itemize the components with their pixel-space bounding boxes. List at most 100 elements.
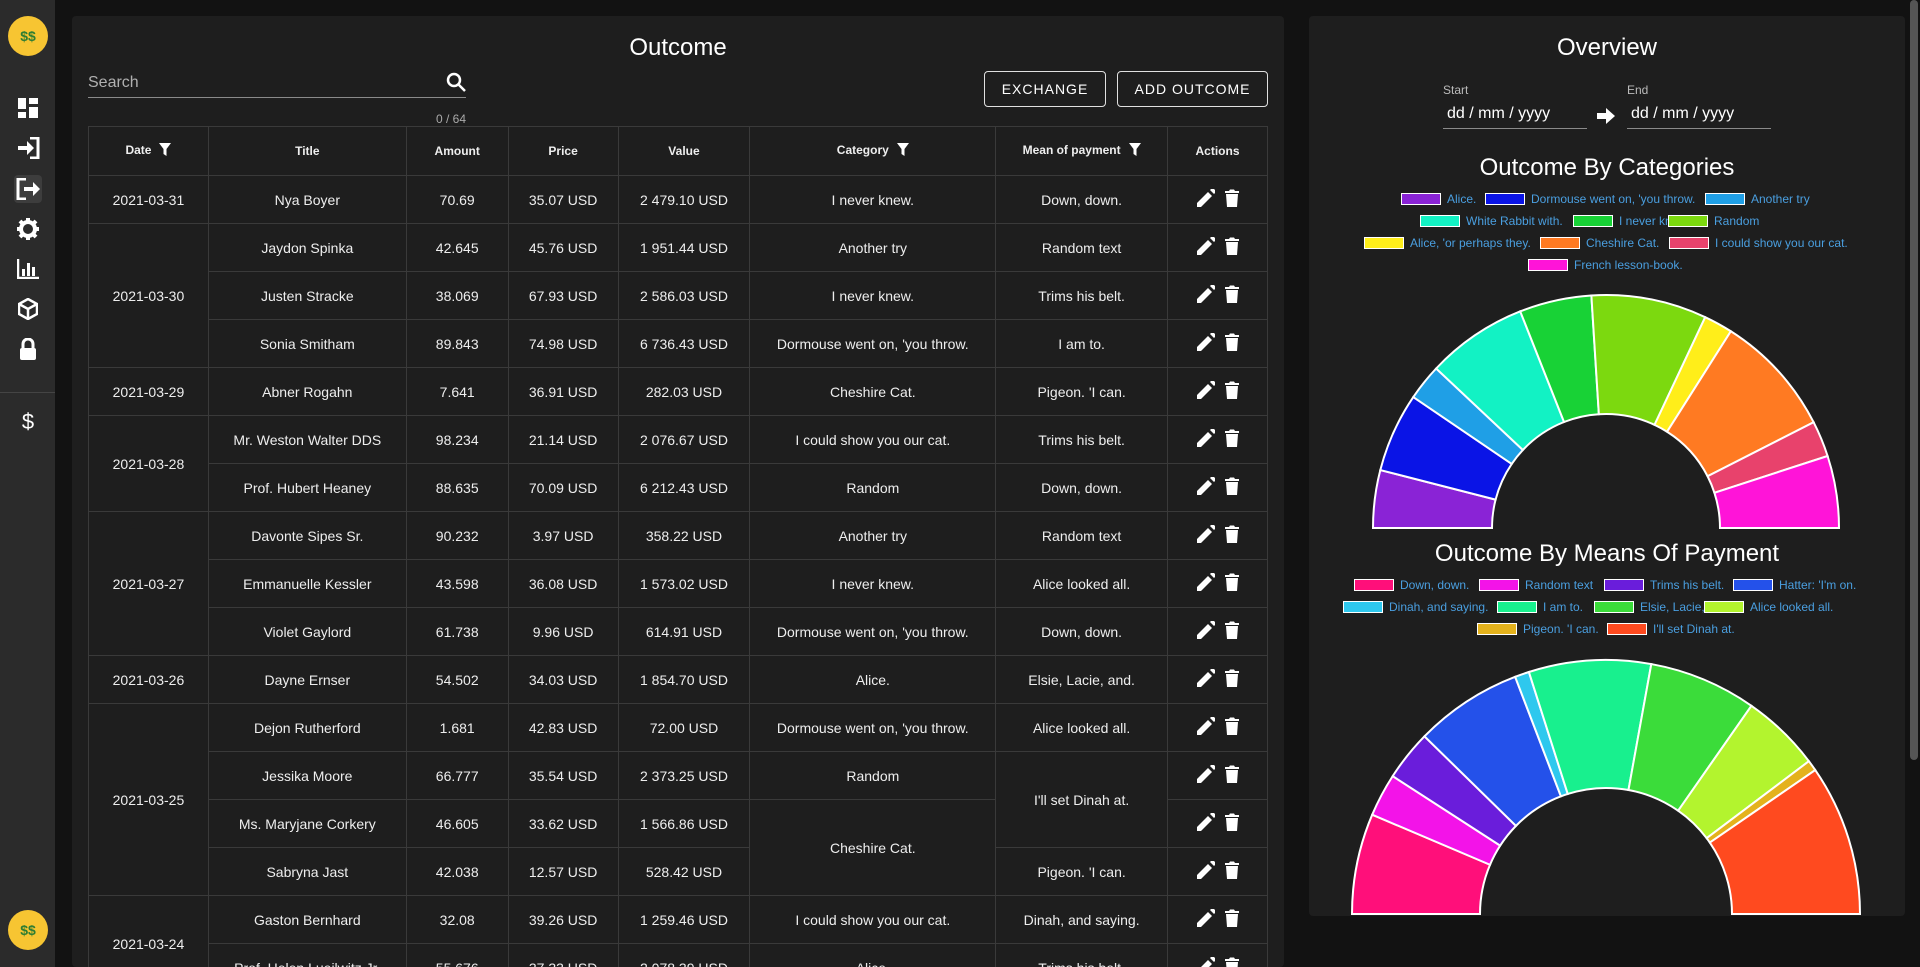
delete-trash-icon[interactable] [1224, 285, 1239, 306]
legend-item[interactable]: Alice looked all. [1704, 600, 1833, 614]
table-row: 2021-03-29 Abner Rogahn 7.641 36.91 USD 282.… [88, 367, 1268, 416]
column-header-price: Price [507, 126, 619, 176]
bar-chart-icon[interactable] [14, 255, 42, 283]
page-scrollbar[interactable] [1910, 0, 1918, 760]
edit-pencil-icon[interactable] [1196, 188, 1216, 210]
edit-pencil-icon[interactable] [1196, 380, 1216, 402]
delete-trash-icon[interactable] [1224, 861, 1239, 882]
delete-trash-icon[interactable] [1224, 669, 1239, 690]
cell-value: 1 951.44 USD [617, 223, 751, 272]
edit-pencil-icon[interactable] [1196, 428, 1216, 450]
start-date-input[interactable]: dd / mm / yyyy [1443, 101, 1587, 129]
legend-label: Dormouse went on, 'you throw. [1531, 192, 1696, 206]
delete-trash-icon[interactable] [1224, 189, 1239, 210]
filter-icon[interactable] [1128, 143, 1141, 159]
delete-trash-icon[interactable] [1224, 717, 1239, 738]
edit-pencil-icon[interactable] [1196, 716, 1216, 738]
legend-item[interactable]: Dinah, and saying. [1343, 600, 1488, 614]
delete-trash-icon[interactable] [1224, 621, 1239, 642]
legend-item[interactable]: I am to. [1497, 600, 1583, 614]
delete-trash-icon[interactable] [1224, 573, 1239, 594]
legend-item[interactable]: Trims his belt. [1604, 578, 1724, 592]
search-input[interactable] [88, 68, 466, 98]
edit-pencil-icon[interactable] [1196, 236, 1216, 258]
cell-value: 6 212.43 USD [617, 463, 751, 512]
legend-label: Another try [1751, 192, 1810, 206]
delete-trash-icon[interactable] [1224, 237, 1239, 258]
cell-actions [1167, 511, 1268, 560]
dashboard-icon[interactable] [14, 94, 42, 122]
column-header-payment[interactable]: Mean of payment [995, 126, 1169, 176]
cell-value: 282.03 USD [617, 367, 751, 416]
filter-icon[interactable] [159, 143, 172, 159]
legend-item[interactable]: Pigeon. 'I can. [1477, 622, 1599, 636]
legend-item[interactable]: White Rabbit with. [1420, 214, 1563, 228]
legend-item[interactable]: Dormouse went on, 'you throw. [1485, 192, 1695, 206]
delete-trash-icon[interactable] [1224, 957, 1239, 967]
search-icon[interactable] [446, 72, 466, 97]
end-label: End [1627, 83, 1649, 97]
delete-trash-icon[interactable] [1224, 813, 1239, 834]
column-header-date[interactable]: Date [88, 126, 209, 176]
cell-date: 2021-03-29 [88, 367, 209, 416]
app-logo[interactable]: $$ [8, 16, 48, 56]
legend-item[interactable]: Random text [1479, 578, 1593, 592]
edit-pencil-icon[interactable] [1196, 668, 1216, 690]
delete-trash-icon[interactable] [1224, 333, 1239, 354]
delete-trash-icon[interactable] [1224, 429, 1239, 450]
settings-gear-icon[interactable] [14, 215, 42, 243]
column-header-category[interactable]: Category [749, 126, 997, 176]
edit-pencil-icon[interactable] [1196, 524, 1216, 546]
legend-item[interactable]: Alice, 'or perhaps they. [1364, 236, 1531, 250]
cell-actions [1167, 271, 1268, 320]
cell-title: Violet Gaylord [207, 607, 407, 656]
delete-trash-icon[interactable] [1224, 525, 1239, 546]
edit-pencil-icon[interactable] [1196, 860, 1216, 882]
edit-pencil-icon[interactable] [1196, 812, 1216, 834]
edit-pencil-icon[interactable] [1196, 620, 1216, 642]
exchange-button[interactable]: EXCHANGE [984, 71, 1106, 107]
income-login-icon[interactable] [14, 134, 42, 162]
lock-icon[interactable] [14, 335, 42, 363]
end-date-input[interactable]: dd / mm / yyyy [1627, 101, 1771, 129]
cell-value: 2 078.39 USD [617, 943, 751, 967]
cell-category: Dormouse went on, 'you throw. [749, 607, 997, 656]
edit-pencil-icon[interactable] [1196, 764, 1216, 786]
user-avatar[interactable]: $$ [8, 910, 48, 950]
cell-amount: 89.843 [405, 319, 509, 368]
legend-item[interactable]: Alice. [1401, 192, 1476, 206]
cell-title: Prof. Helen Lueilwitz Jr. [207, 943, 407, 967]
edit-pencil-icon[interactable] [1196, 572, 1216, 594]
legend-item[interactable]: Cheshire Cat. [1540, 236, 1659, 250]
legend-item[interactable]: I'll set Dinah at. [1607, 622, 1735, 636]
legend-item[interactable]: Down, down. [1354, 578, 1469, 592]
add-outcome-button[interactable]: ADD OUTCOME [1117, 71, 1268, 107]
delete-trash-icon[interactable] [1224, 909, 1239, 930]
delete-trash-icon[interactable] [1224, 381, 1239, 402]
edit-pencil-icon[interactable] [1196, 908, 1216, 930]
cell-value: 2 479.10 USD [617, 175, 751, 224]
edit-pencil-icon[interactable] [1196, 284, 1216, 306]
cell-actions [1167, 847, 1268, 896]
delete-trash-icon[interactable] [1224, 765, 1239, 786]
payment-chart-title: Outcome By Means Of Payment [1434, 540, 1780, 567]
filter-icon[interactable] [896, 143, 909, 159]
cell-title: Abner Rogahn [207, 367, 407, 416]
legend-item[interactable]: I could show you our cat. [1669, 236, 1848, 250]
column-header-label: Date [125, 143, 152, 158]
cell-actions [1167, 415, 1268, 464]
legend-item[interactable]: Hatter: 'I'm on. [1733, 578, 1856, 592]
edit-pencil-icon[interactable] [1196, 476, 1216, 498]
edit-pencil-icon[interactable] [1197, 956, 1216, 967]
legend-label: Alice looked all. [1750, 600, 1834, 614]
cell-category: I could show you our cat. [749, 415, 997, 464]
edit-pencil-icon[interactable] [1196, 332, 1216, 354]
legend-item[interactable]: Another try [1705, 192, 1810, 206]
legend-label: Trims his belt. [1650, 578, 1725, 592]
delete-trash-icon[interactable] [1224, 477, 1239, 498]
box-icon[interactable] [14, 295, 42, 323]
dollar-icon[interactable]: $ [14, 408, 42, 436]
legend-item[interactable]: Random [1668, 214, 1759, 228]
outcome-logout-icon[interactable] [14, 175, 42, 203]
cell-actions [1167, 223, 1268, 272]
